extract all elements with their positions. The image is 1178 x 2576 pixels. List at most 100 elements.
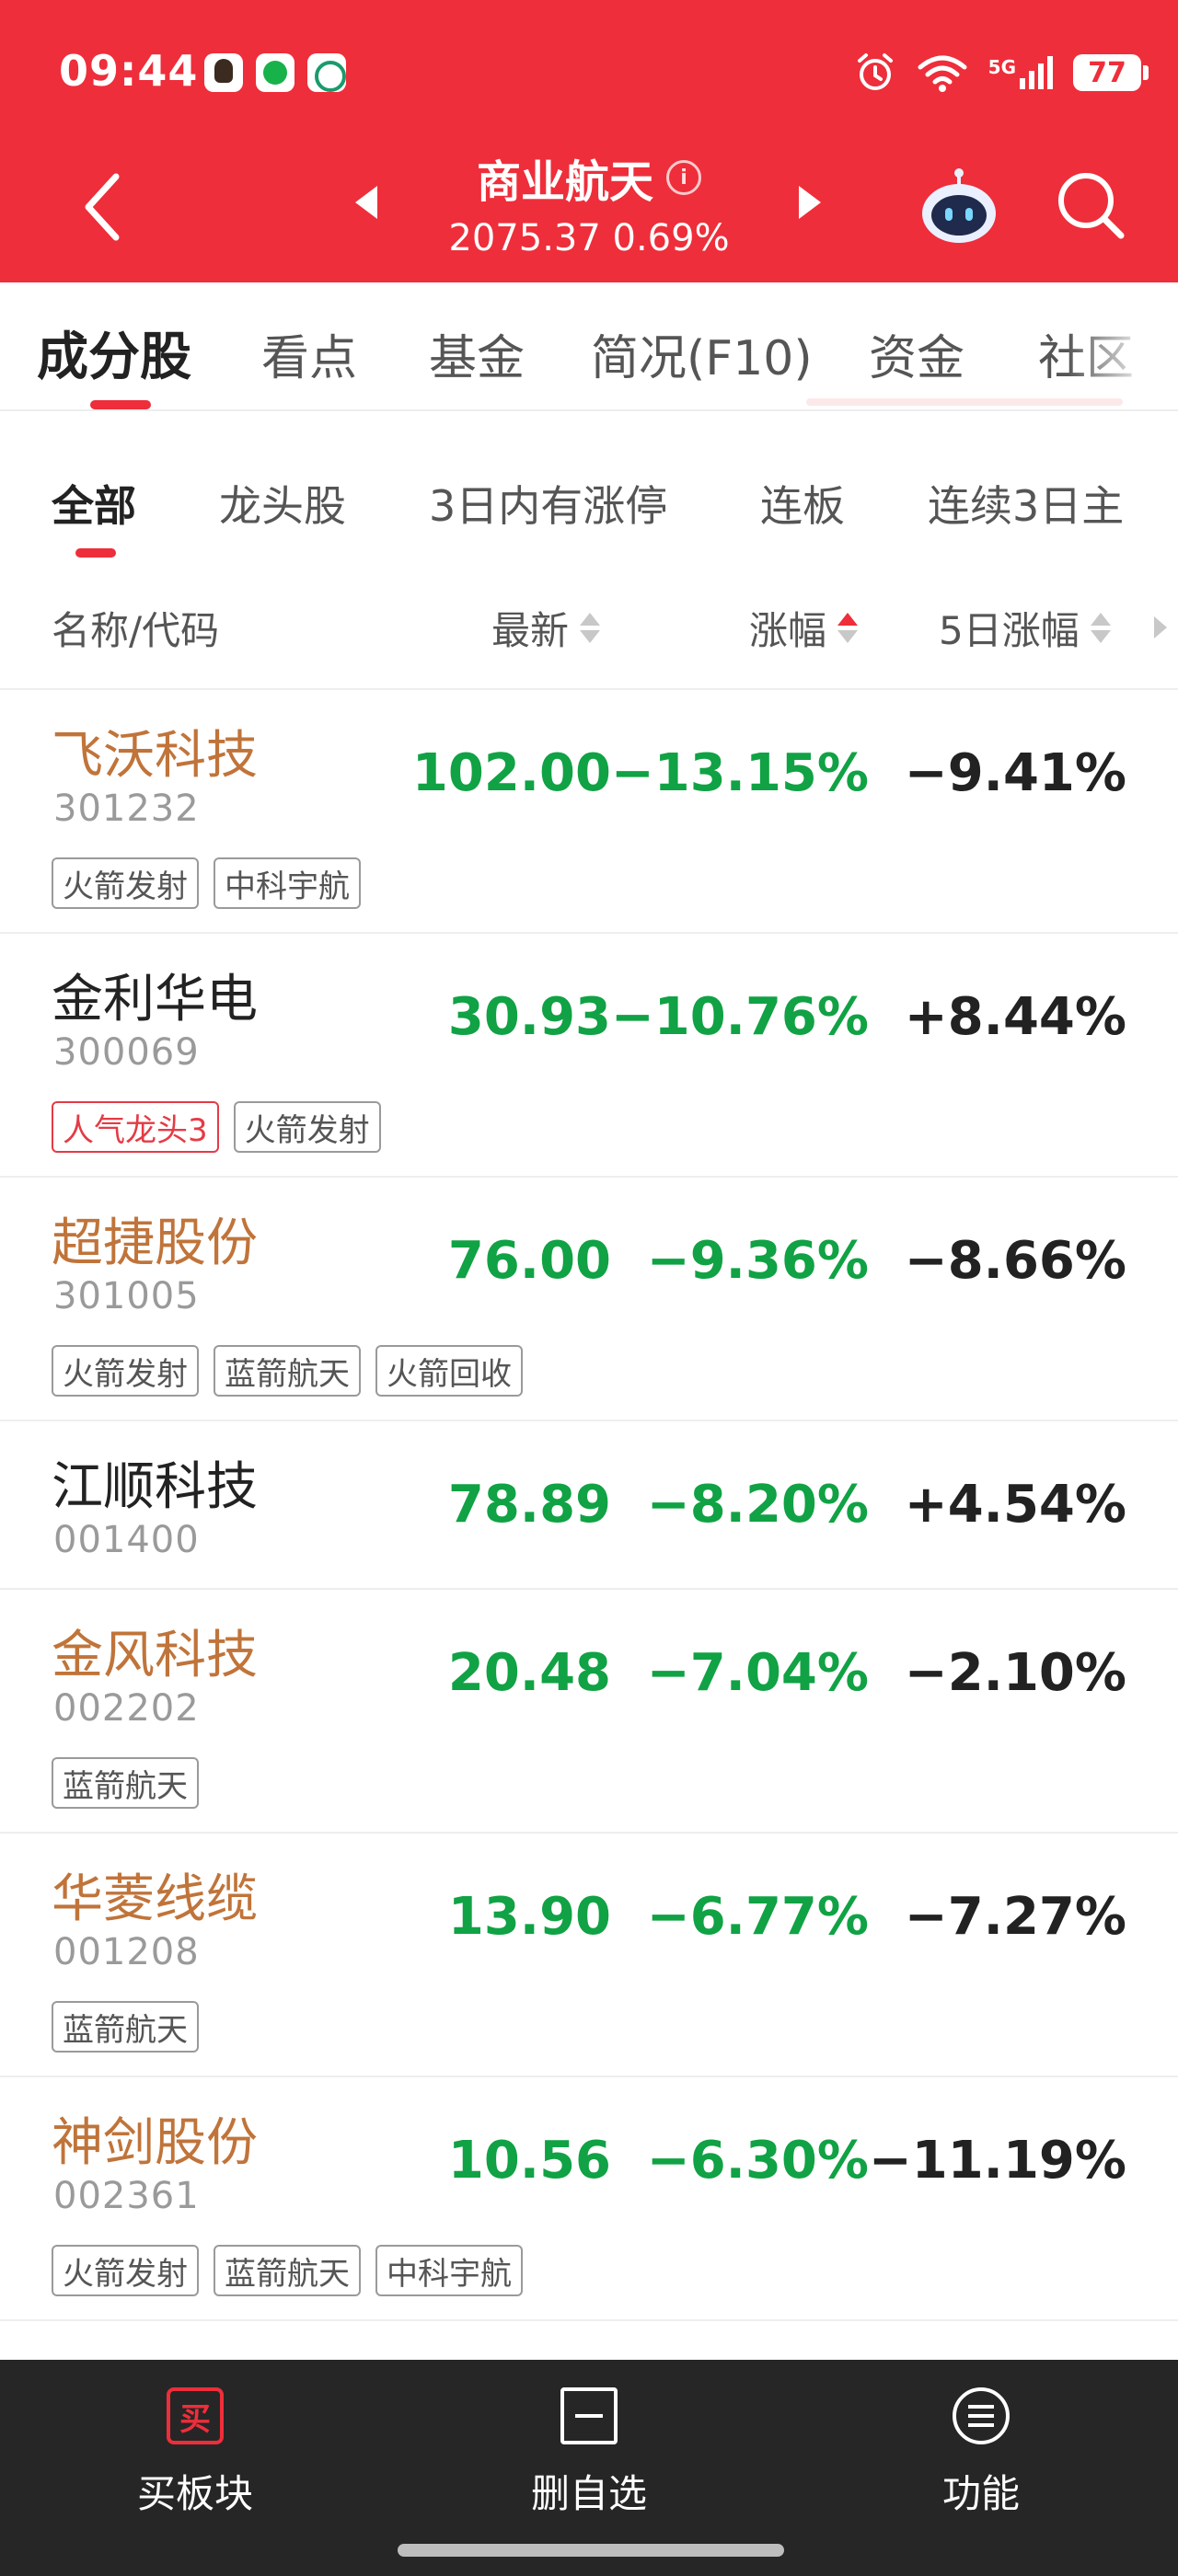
function-button[interactable]: 功能 <box>880 2387 1082 2519</box>
tab-fade-overlay <box>1068 282 1178 409</box>
stock-change-5d: −8.66% <box>904 1231 1126 1291</box>
table-row[interactable]: 超捷股份 301005 76.00 −9.36% −8.66% 火箭发射 蓝箭航… <box>0 1178 1178 1421</box>
table-row[interactable]: 华菱线缆 001208 13.90 −6.77% −7.27% 蓝箭航天 <box>0 1834 1178 2077</box>
sort-icon <box>1090 613 1111 643</box>
col-change-label: 涨幅 <box>749 608 827 653</box>
tab-funds[interactable]: 基金 <box>429 319 525 388</box>
buy-sector-button[interactable]: 买 买板块 <box>94 2387 296 2519</box>
filter-limit-up-3d[interactable]: 3日内有涨停 <box>429 473 667 534</box>
cellular-signal-icon: 5G <box>988 56 1053 89</box>
wifi-icon <box>918 55 967 92</box>
concept-tag[interactable]: 火箭回收 <box>375 1345 523 1397</box>
next-triangle-icon[interactable] <box>786 175 832 230</box>
stock-change: −9.36% <box>646 1231 869 1291</box>
remove-favorite-label: 删自选 <box>530 2471 647 2516</box>
filter-leaders[interactable]: 龙头股 <box>219 473 346 534</box>
filter-consecutive[interactable]: 连板 <box>760 473 845 534</box>
stock-change: −6.77% <box>646 1887 869 1947</box>
robot-assistant-icon[interactable] <box>915 164 1003 247</box>
stock-name: 华菱线缆 <box>52 1869 258 1929</box>
table-row[interactable]: 神剑股份 002361 10.56 −6.30% −11.19% 火箭发射 蓝箭… <box>0 2077 1178 2321</box>
concept-tag[interactable]: 蓝箭航天 <box>214 1345 361 1397</box>
table-row[interactable]: 飞沃科技 301232 102.00 −13.15% −9.41% 火箭发射 中… <box>0 690 1178 934</box>
alarm-icon <box>857 53 893 90</box>
stock-name: 金风科技 <box>52 1626 258 1685</box>
stock-name: 金利华电 <box>52 970 258 1029</box>
concept-tag[interactable]: 火箭发射 <box>52 2245 199 2296</box>
network-type: 5G <box>987 56 1016 78</box>
stock-price: 76.00 <box>447 1231 611 1291</box>
stock-tags: 人气龙头3 火箭发射 <box>52 1101 381 1153</box>
concept-tag[interactable]: 蓝箭航天 <box>52 1757 199 1809</box>
main-tabs: 成分股 看点 基金 简况(F10) 资金 社区 <box>0 282 1178 411</box>
stock-code: 001400 <box>53 1519 200 1561</box>
back-arrow-icon[interactable] <box>74 166 129 248</box>
active-filter-indicator <box>75 548 116 558</box>
tab-profile-f10[interactable]: 简况(F10) <box>591 319 813 388</box>
stock-change: −7.04% <box>646 1643 869 1703</box>
stock-price: 30.93 <box>447 987 611 1047</box>
stock-code: 001208 <box>53 1931 200 1973</box>
stock-change-5d: −2.10% <box>904 1643 1126 1703</box>
concept-tag[interactable]: 蓝箭航天 <box>214 2245 361 2296</box>
status-bar: 09:44 5G 77 <box>0 0 1178 147</box>
col-name-code: 名称/代码 <box>52 600 219 656</box>
scroll-right-icon[interactable] <box>1154 616 1167 638</box>
stock-change: −6.30% <box>646 2131 869 2191</box>
tab-constituents[interactable]: 成分股 <box>37 316 191 390</box>
col-change5[interactable]: 5日涨幅 <box>939 600 1111 656</box>
stock-tags: 火箭发射 蓝箭航天 火箭回收 <box>52 1345 523 1397</box>
filter-3day-main[interactable]: 连续3日主 <box>928 473 1124 534</box>
concept-tag[interactable]: 中科宇航 <box>375 2245 523 2296</box>
stock-change-5d: −7.27% <box>904 1887 1126 1947</box>
col-change5-label: 5日涨幅 <box>939 608 1080 653</box>
search-icon[interactable] <box>1051 166 1128 243</box>
index-quote: 2075.37 0.69% <box>448 217 730 259</box>
stock-price: 78.89 <box>447 1475 611 1535</box>
stock-change-5d: −11.19% <box>868 2131 1126 2191</box>
popularity-tag[interactable]: 人气龙头3 <box>52 1101 219 1153</box>
stock-name: 超捷股份 <box>52 1213 258 1273</box>
col-latest[interactable]: 最新 <box>491 600 601 656</box>
stock-change: −13.15% <box>610 743 869 803</box>
home-indicator[interactable] <box>398 2544 784 2557</box>
stock-code: 002361 <box>53 2175 200 2217</box>
stock-tags: 蓝箭航天 <box>52 2001 199 2053</box>
buy-icon: 买 <box>167 2387 224 2444</box>
info-icon[interactable]: i <box>666 160 701 195</box>
buy-sector-label: 买板块 <box>136 2471 253 2516</box>
function-menu-icon <box>953 2387 1010 2444</box>
stock-name: 飞沃科技 <box>52 726 258 786</box>
stock-code: 300069 <box>53 1031 200 1074</box>
tab-highlights[interactable]: 看点 <box>261 319 357 388</box>
concept-tag[interactable]: 中科宇航 <box>214 857 361 909</box>
stock-tags: 火箭发射 中科宇航 <box>52 857 361 909</box>
table-row[interactable]: 江顺科技 001400 78.89 −8.20% +4.54% <box>0 1421 1178 1590</box>
filter-tabs: 全部 龙头股 3日内有涨停 连板 连续3日主 <box>0 414 1178 561</box>
concept-tag[interactable]: 火箭发射 <box>52 857 199 909</box>
notification-chat-icon <box>256 53 294 92</box>
stock-code: 301005 <box>53 1275 200 1317</box>
prev-triangle-icon[interactable] <box>344 175 390 230</box>
delete-favorite-icon <box>560 2387 618 2444</box>
col-latest-label: 最新 <box>491 608 570 653</box>
concept-tag[interactable]: 蓝箭航天 <box>52 2001 199 2053</box>
stock-price: 10.56 <box>447 2131 611 2191</box>
col-name-label: 名称/代码 <box>52 608 220 653</box>
stock-code: 301232 <box>53 788 200 830</box>
concept-tag[interactable]: 火箭发射 <box>52 1345 199 1397</box>
tab-capital[interactable]: 资金 <box>869 319 964 388</box>
filter-all[interactable]: 全部 <box>52 473 136 534</box>
status-time: 09:44 <box>59 46 199 96</box>
col-change[interactable]: 涨幅 <box>749 600 859 656</box>
table-row-partial[interactable] <box>0 2321 1178 2360</box>
table-row[interactable]: 金风科技 002202 20.48 −7.04% −2.10% 蓝箭航天 <box>0 1590 1178 1834</box>
table-row[interactable]: 金利华电 300069 30.93 −10.76% +8.44% 人气龙头3 火… <box>0 934 1178 1178</box>
active-tab-indicator <box>90 400 151 409</box>
remove-favorite-button[interactable]: 删自选 <box>488 2387 690 2519</box>
notification-bank-icon <box>307 53 346 92</box>
index-title-block[interactable]: 商业航天 i 2075.37 0.69% <box>405 145 773 259</box>
concept-tag[interactable]: 火箭发射 <box>233 1101 381 1153</box>
bottom-action-bar: 买 买板块 删自选 功能 <box>0 2360 1178 2576</box>
function-label: 功能 <box>941 2471 1020 2516</box>
